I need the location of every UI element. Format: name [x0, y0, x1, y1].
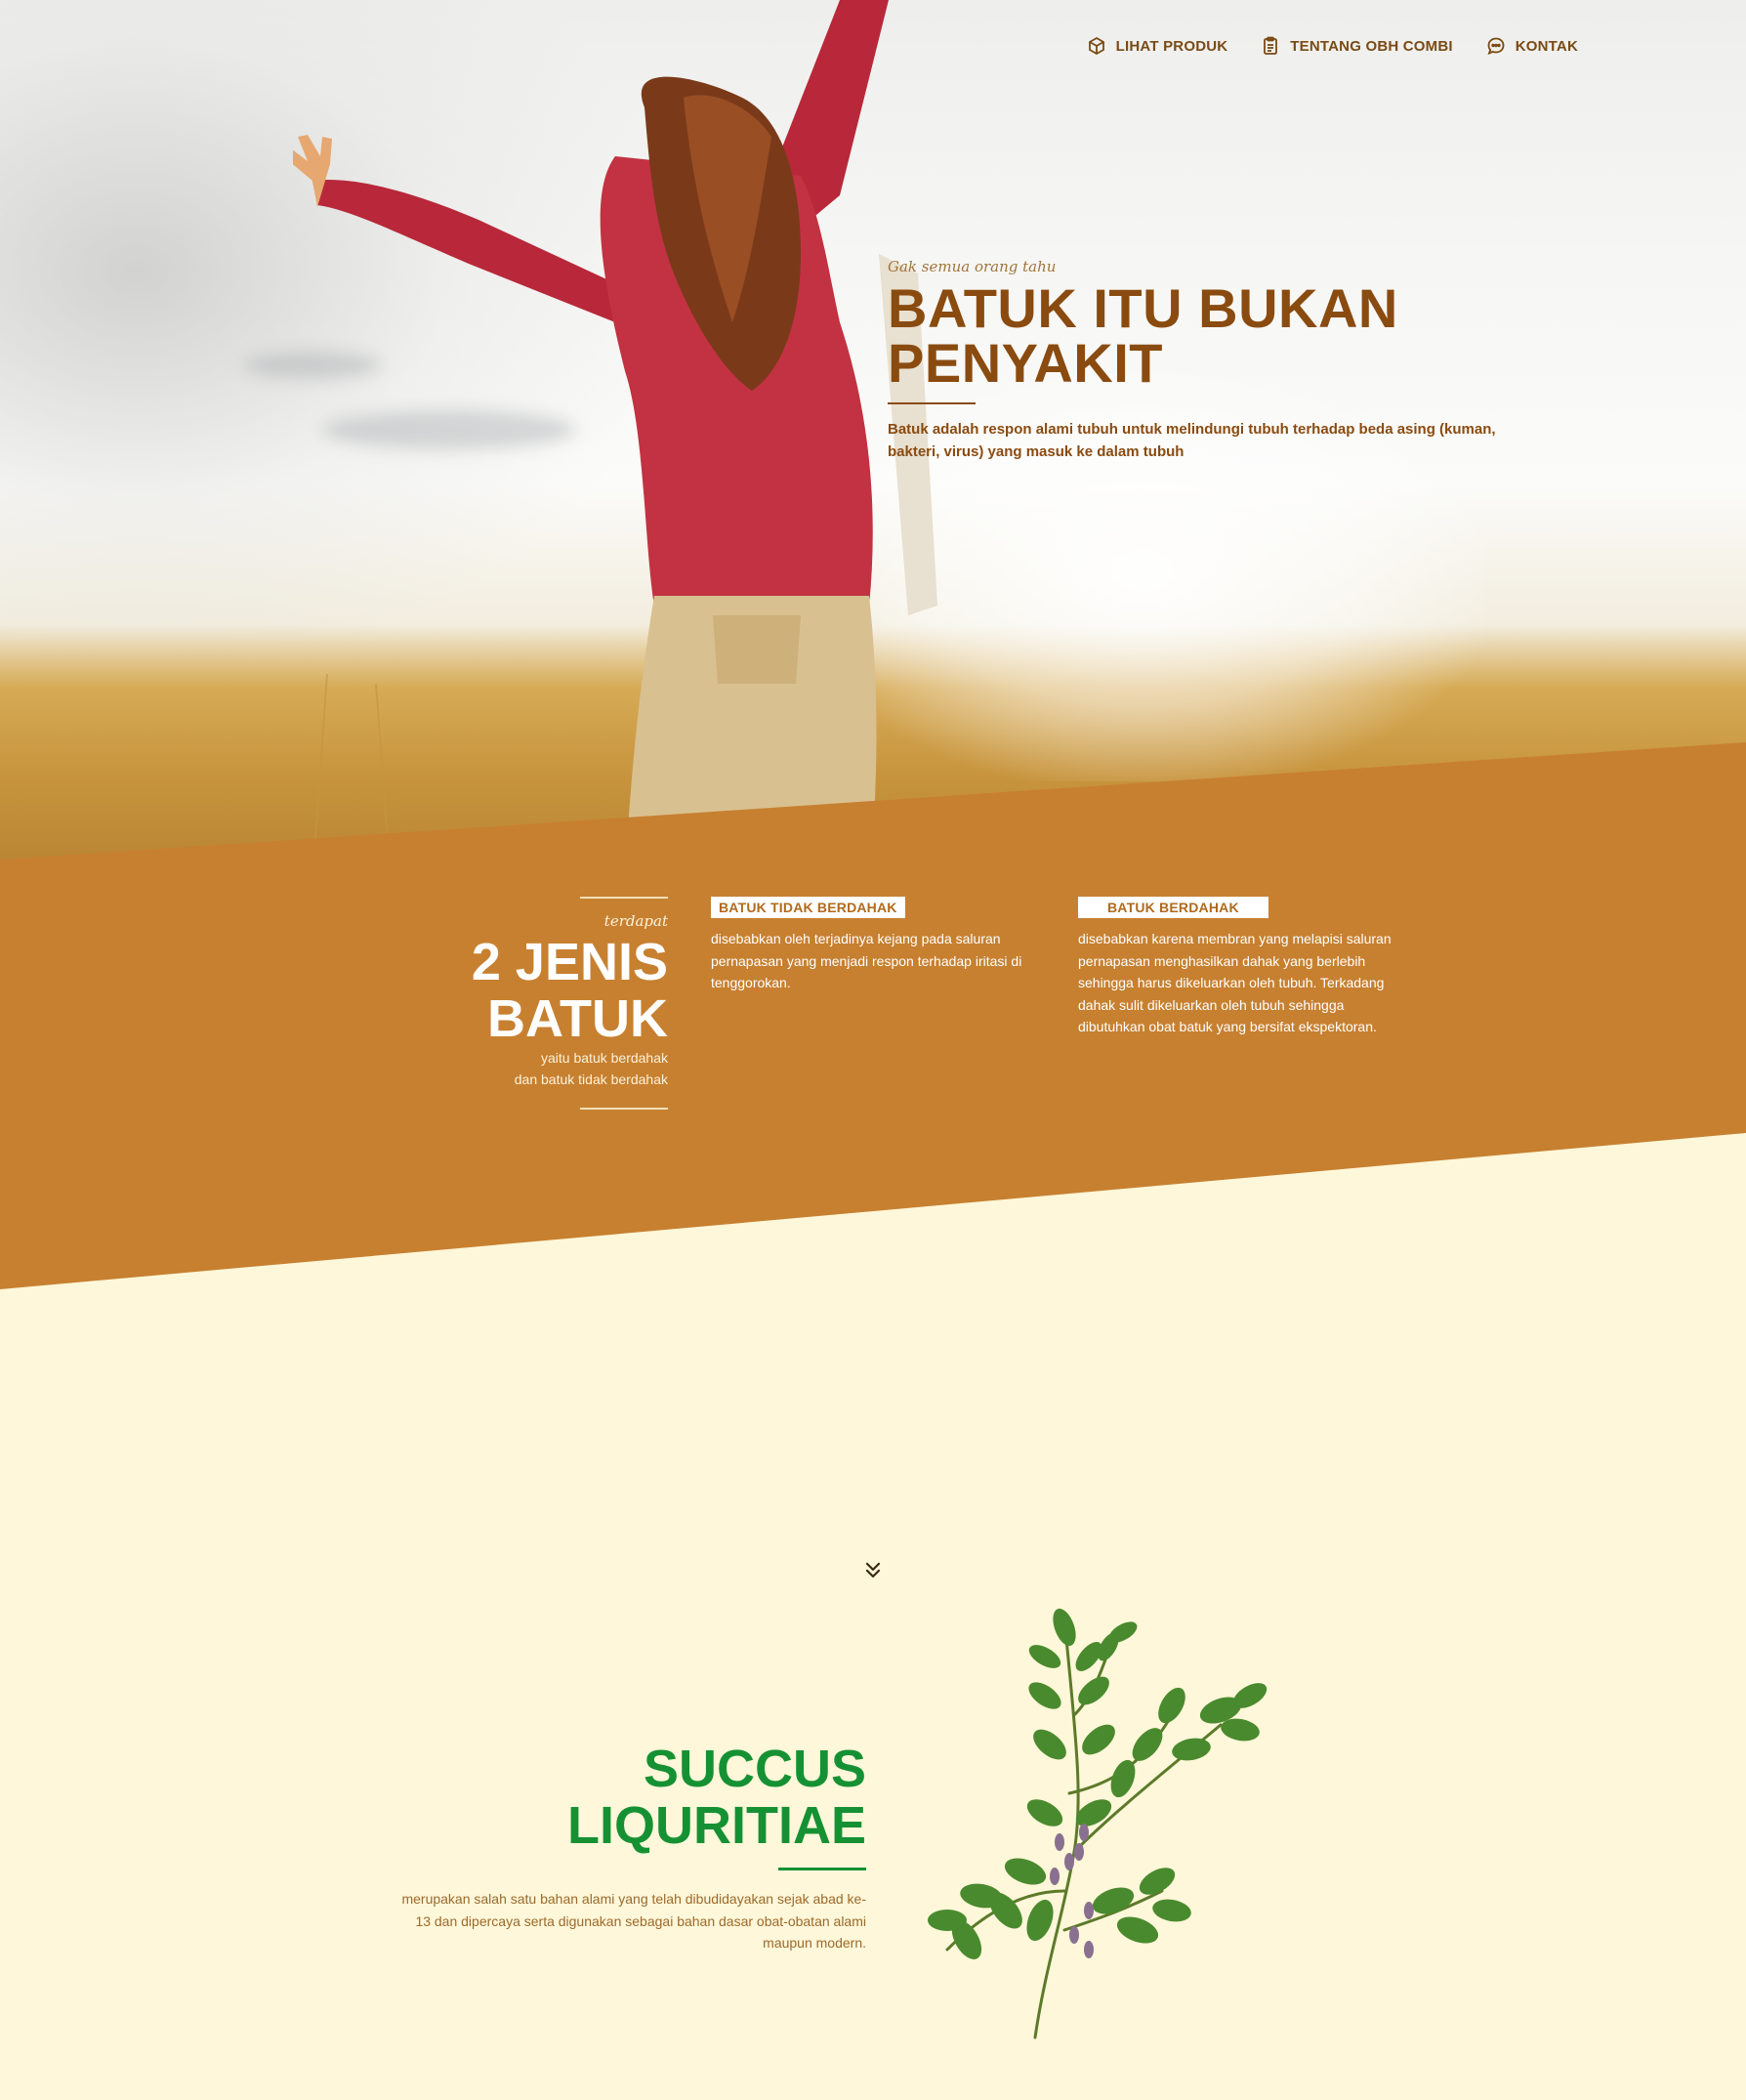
chat-bubble-icon — [1486, 36, 1506, 56]
cough-types-heading: terdapat 2 JENIS BATUK yaitu batuk berda… — [459, 897, 668, 1110]
nav-item-tentang[interactable]: TENTANG OBH COMBI — [1261, 36, 1453, 56]
double-chevron-down-icon[interactable] — [861, 1559, 885, 1582]
hero-description: Batuk adalah respon alami tubuh untuk me… — [888, 421, 1496, 460]
divider-bottom — [580, 1108, 668, 1110]
types-subtitle: yaitu batuk berdahak dan batuk tidak ber… — [459, 1047, 668, 1090]
nav-label: TENTANG OBH COMBI — [1290, 37, 1453, 55]
hero-title-line2: PENYAKIT — [888, 332, 1164, 394]
ingredient-title-line2: LIQURITIAE — [567, 1796, 866, 1855]
nav-item-kontak[interactable]: KONTAK — [1486, 36, 1578, 56]
package-icon — [1087, 36, 1106, 56]
ingredient-title-line1: SUCCUS — [643, 1740, 866, 1798]
clipboard-icon — [1261, 36, 1280, 56]
ingredient-description: merupakan salah satu bahan alami yang te… — [401, 1891, 866, 1951]
card-description: disebabkan oleh terjadinya kejang pada s… — [711, 931, 1022, 990]
card-batuk-berdahak: BATUK BERDAHAK disebabkan karena membran… — [1078, 897, 1400, 1038]
ingredient-divider — [778, 1868, 866, 1870]
hero-eyebrow: Gak semua orang tahu — [888, 258, 1057, 275]
badge-label: BATUK TIDAK BERDAHAK — [711, 897, 905, 918]
hero-text-block: Gak semua orang tahu BATUK ITU BUKAN PEN… — [888, 258, 1532, 463]
divider-top — [580, 897, 668, 899]
licorice-plant-illustration — [928, 1608, 1268, 2039]
ingredient-text-block: SUCCUS LIQURITIAE merupakan salah satu b… — [400, 1741, 866, 1954]
types-title-line1: 2 JENIS — [471, 933, 668, 991]
hero-title: BATUK ITU BUKAN PENYAKIT — [888, 281, 1532, 391]
types-eyebrow: terdapat — [603, 912, 668, 930]
card-description: disebabkan karena membran yang melapisi … — [1078, 931, 1392, 1034]
types-title: 2 JENIS BATUK — [459, 934, 668, 1047]
nav-item-lihat-produk[interactable]: LIHAT PRODUK — [1087, 36, 1228, 56]
ingredient-title: SUCCUS LIQURITIAE — [400, 1741, 866, 1854]
nav-label: KONTAK — [1515, 37, 1578, 55]
types-title-line2: BATUK — [487, 989, 668, 1048]
types-subtitle-line2: dan batuk tidak berdahak — [514, 1071, 668, 1087]
top-nav: LIHAT PRODUK TENTANG OBH COMBI KONTAK — [1087, 36, 1578, 56]
badge-label: BATUK BERDAHAK — [1078, 897, 1268, 918]
hero-title-line1: BATUK ITU BUKAN — [888, 277, 1398, 339]
hero-divider — [888, 402, 976, 404]
types-subtitle-line1: yaitu batuk berdahak — [541, 1050, 668, 1066]
nav-label: LIHAT PRODUK — [1115, 37, 1228, 55]
card-batuk-tidak-berdahak: BATUK TIDAK BERDAHAK disebabkan oleh ter… — [711, 897, 1033, 994]
